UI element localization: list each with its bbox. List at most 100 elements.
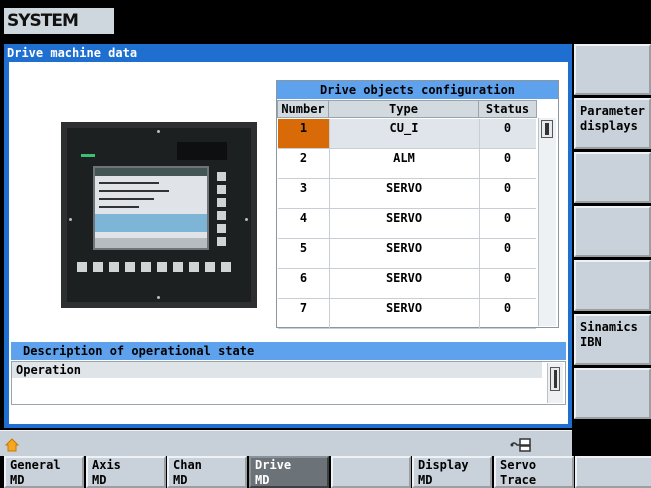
device-bottom-key xyxy=(125,262,135,272)
device-bottom-key xyxy=(157,262,167,272)
softkey-horizontal-6[interactable]: Display MD xyxy=(412,456,492,488)
device-side-key xyxy=(217,237,226,246)
cell-status: 0 xyxy=(503,181,512,195)
column-divider xyxy=(329,239,330,269)
softkey-vertical-4[interactable] xyxy=(574,206,651,257)
cell-status: 0 xyxy=(503,241,512,255)
column-divider xyxy=(329,179,330,209)
table-row[interactable]: 1 CU_I 0 xyxy=(278,119,536,149)
device-bottom-key xyxy=(77,262,87,272)
device-bottom-key xyxy=(189,262,199,272)
device-screw xyxy=(245,218,248,221)
cell-number: 5 xyxy=(299,241,308,255)
table-row[interactable]: 7 SERVO 0 xyxy=(278,299,536,329)
device-screw xyxy=(157,130,160,133)
column-divider xyxy=(329,149,330,179)
softkey-vertical-6[interactable]: Sinamics IBN xyxy=(574,314,651,365)
operational-state-panel: Description of operational state Operati… xyxy=(11,342,566,424)
device-bottom-key xyxy=(173,262,183,272)
column-divider xyxy=(479,209,480,239)
system-tab[interactable]: SYSTEM xyxy=(4,8,114,34)
device-screw xyxy=(157,296,160,299)
device-screen-line xyxy=(99,198,154,200)
softkey-vertical-7[interactable] xyxy=(574,368,651,419)
table-scrollbar-thumb[interactable] xyxy=(541,120,553,138)
cell-type: SERVO xyxy=(385,241,423,255)
row-divider xyxy=(278,328,536,329)
softkey-horizontal-5[interactable] xyxy=(331,456,411,488)
device-card-slot xyxy=(177,142,227,160)
device-screen xyxy=(93,166,209,250)
softkey-vertical-5[interactable] xyxy=(574,260,651,311)
operational-state-box: Operation xyxy=(11,361,566,405)
softkey-horizontal-4[interactable]: Drive MD xyxy=(249,456,329,488)
cell-status: 0 xyxy=(503,271,512,285)
softkey-horizontal-8[interactable] xyxy=(575,456,651,488)
device-bezel xyxy=(67,128,251,302)
column-divider xyxy=(479,179,480,209)
column-header-number: Number xyxy=(277,100,329,118)
softkey-horizontal-1[interactable]: General MD xyxy=(4,456,84,488)
cell-number: 7 xyxy=(299,301,308,315)
table-scrollbar[interactable] xyxy=(538,118,556,326)
table-row[interactable]: 6 SERVO 0 xyxy=(278,269,536,299)
cell-type: SERVO xyxy=(385,271,423,285)
column-divider xyxy=(479,149,480,179)
device-screen-line xyxy=(99,190,169,192)
device-side-key xyxy=(217,185,226,194)
description-scrollbar[interactable] xyxy=(547,363,563,403)
device-screen-softkeys xyxy=(95,238,207,248)
cell-number: 4 xyxy=(299,211,308,225)
description-scrollbar-thumb[interactable] xyxy=(550,367,560,391)
operational-state-title: Description of operational state xyxy=(11,342,566,360)
device-screen-line xyxy=(99,206,139,208)
column-divider xyxy=(329,269,330,299)
column-divider xyxy=(329,119,330,149)
table-row[interactable]: 3 SERVO 0 xyxy=(278,179,536,209)
device-bottom-key xyxy=(93,262,103,272)
column-header-status: Status xyxy=(478,100,537,118)
cell-type: CU_I xyxy=(329,119,479,149)
device-screen-header xyxy=(95,168,207,176)
column-divider xyxy=(479,239,480,269)
status-bar xyxy=(0,430,572,456)
device-side-key xyxy=(217,172,226,181)
column-divider xyxy=(329,209,330,239)
cell-type: SERVO xyxy=(385,301,423,315)
window-title: Drive machine data xyxy=(7,46,138,60)
device-screen-panel xyxy=(95,214,207,232)
operational-state-value: Operation xyxy=(12,362,542,378)
cell-status: 0 xyxy=(503,301,512,315)
cell-number: 1 xyxy=(278,119,329,149)
column-divider xyxy=(479,269,480,299)
cell-type: SERVO xyxy=(385,211,423,225)
column-divider xyxy=(479,299,480,329)
top-bar: SYSTEM xyxy=(0,0,651,34)
table-row[interactable]: 2 ALM 0 xyxy=(278,149,536,179)
softkey-vertical-1[interactable] xyxy=(574,44,651,95)
device-bottom-key xyxy=(205,262,215,272)
drive-objects-table: Drive objects configuration Number Type … xyxy=(276,80,559,329)
device-bottom-key xyxy=(141,262,151,272)
softkey-horizontal-7[interactable]: Servo Trace xyxy=(494,456,574,488)
drive-objects-title: Drive objects configuration xyxy=(277,81,558,99)
cell-status: 0 xyxy=(479,119,536,149)
control-panel-image xyxy=(61,122,257,308)
device-screen-line xyxy=(99,182,159,184)
softkey-horizontal-3[interactable]: Chan MD xyxy=(167,456,247,488)
softkey-vertical-2[interactable]: Parameter displays xyxy=(574,98,651,149)
device-bottom-key xyxy=(221,262,231,272)
cell-type: SERVO xyxy=(385,181,423,195)
cell-status: 0 xyxy=(503,211,512,225)
device-side-key xyxy=(217,224,226,233)
column-divider xyxy=(479,119,480,149)
device-bottom-key xyxy=(109,262,119,272)
device-led xyxy=(81,154,95,157)
device-side-key xyxy=(217,198,226,207)
table-row[interactable]: 4 SERVO 0 xyxy=(278,209,536,239)
softkey-vertical-3[interactable] xyxy=(574,152,651,203)
softkey-horizontal-2[interactable]: Axis MD xyxy=(86,456,166,488)
cell-number: 2 xyxy=(299,151,308,165)
table-row[interactable]: 5 SERVO 0 xyxy=(278,239,536,269)
home-icon[interactable] xyxy=(5,438,19,452)
